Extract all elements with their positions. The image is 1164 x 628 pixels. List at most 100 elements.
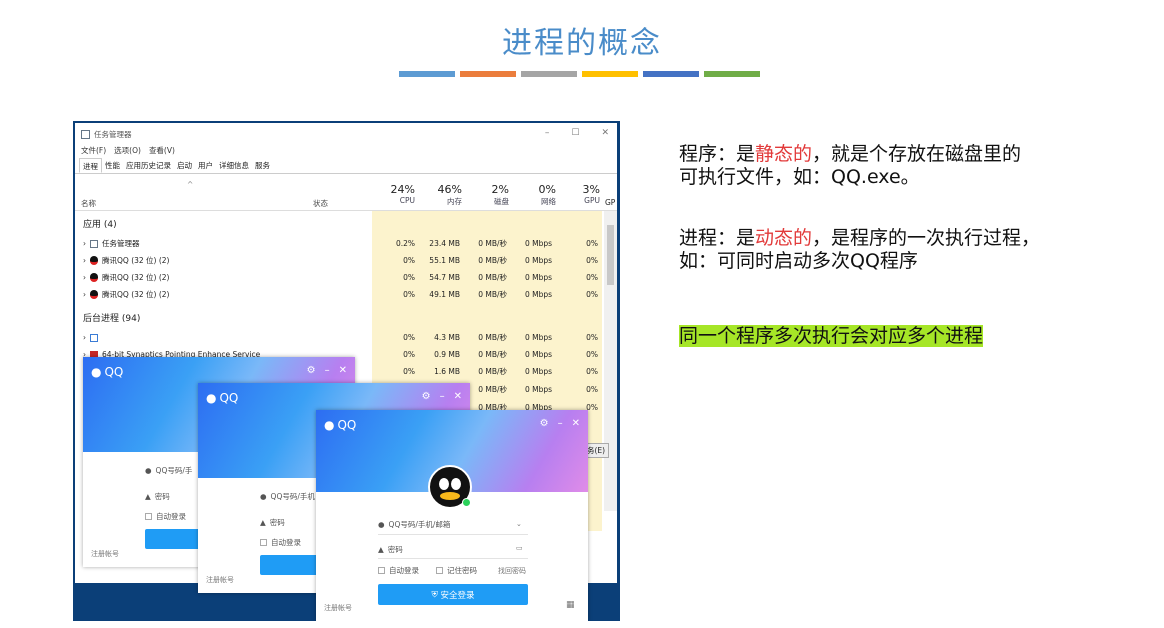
color-bars [399,71,760,77]
vertical-scrollbar[interactable] [604,211,617,511]
keyboard-icon[interactable]: ▭ [516,544,523,552]
account-input[interactable]: QQ号码/手机/邮箱 [389,519,451,530]
cpu-column-header[interactable]: 24% CPU [365,178,415,205]
settings-icon[interactable]: ⚙ [307,365,316,376]
expand-chevron-icon[interactable]: › [83,256,86,265]
network-value: 0 Mbps [524,290,552,299]
name-column-header[interactable]: 名称 [81,198,96,209]
group-background: 后台进程 (94) [83,314,141,324]
gpu-value: 0% [586,256,598,265]
tab-startup[interactable]: 启动 [174,158,195,173]
title-bar: 任务管理器 – ☐ ✕ [75,123,617,145]
register-link[interactable]: 注册帐号 [206,575,234,585]
account-input[interactable]: QQ号码/手机 [271,491,315,502]
process-row[interactable]: › 任务管理器 0.2% 23.4 MB 0 MB/秒 0 Mbps 0% [75,235,602,252]
auto-login-checkbox[interactable] [378,567,385,574]
online-status-icon [462,498,471,507]
gpu-column-header[interactable]: 3% GPU [550,178,600,205]
process-name: 腾讯QQ (32 位) (2) [102,273,170,282]
scrollbar-thumb[interactable] [607,225,614,285]
password-input[interactable]: 密码 [270,517,285,528]
status-column-header[interactable]: 状态 [313,198,328,209]
expand-chevron-icon[interactable]: › [83,239,86,248]
password-input[interactable]: 密码 [388,544,403,555]
process-row[interactable]: › 腾讯QQ (32 位) (2) 0% 55.1 MB 0 MB/秒 0 Mbp… [75,252,602,269]
screenshot: 任务管理器 – ☐ ✕ 文件(F) 选项(O) 查看(V) 进程 性能 应用历史… [73,121,620,621]
close-button[interactable]: ✕ [339,365,347,376]
remember-password-checkbox[interactable] [436,567,443,574]
account-input[interactable]: QQ号码/手 [156,465,193,476]
minimize-button[interactable]: – [440,391,445,402]
color-bar [704,71,760,77]
expand-chevron-icon[interactable]: › [83,273,86,282]
password-underline [378,558,528,559]
lock-icon: ▲ [260,518,266,527]
process-row[interactable]: › 腾讯QQ (32 位) (2) 0% 49.1 MB 0 MB/秒 0 Mbp… [75,286,602,303]
disk-column-header[interactable]: 2% 磁盘 [459,178,509,207]
network-value: 0 Mbps [524,256,552,265]
close-button[interactable]: ✕ [454,391,462,402]
menu-bar: 文件(F) 选项(O) 查看(V) [75,145,617,158]
gpu-value: 0% [586,239,598,248]
cpu-value: 0% [403,256,415,265]
maximize-button[interactable]: ☐ [571,128,579,138]
disk-value: 0 MB/秒 [478,350,507,359]
network-value: 0 Mbps [524,367,552,376]
process-name: 腾讯QQ (32 位) (2) [102,256,170,265]
gpu-engine-column-header[interactable]: GP [605,198,615,207]
lock-icon: ▲ [378,545,384,554]
qq-penguin-icon: ● [206,391,217,405]
tab-users[interactable]: 用户 [195,158,216,173]
process-name: 腾讯QQ (32 位) (2) [102,290,170,299]
tab-app-history[interactable]: 应用历史记录 [123,158,174,173]
minimize-button[interactable]: – [545,128,550,138]
close-button[interactable]: ✕ [572,418,580,429]
password-input[interactable]: 密码 [155,491,170,502]
qq-penguin-icon: ● [91,365,102,379]
column-header: ^ 名称 状态 24% CPU 46% 内存 2% 磁盘 0% 网络 3% GPU GP [75,178,617,211]
cpu-value: 0% [403,367,415,376]
tab-details[interactable]: 详细信息 [216,158,252,173]
gpu-value: 0% [586,350,598,359]
expand-chevron-icon[interactable]: › [83,333,86,342]
auto-login-checkbox[interactable] [145,513,152,520]
lock-icon: ▲ [145,492,151,501]
memory-column-header[interactable]: 46% 内存 [412,178,462,207]
expand-chevron-icon[interactable]: › [83,290,86,299]
user-icon: ● [378,520,385,529]
register-link[interactable]: 注册帐号 [324,603,352,613]
network-column-header[interactable]: 0% 网络 [506,178,556,207]
user-icon: ● [260,492,267,501]
menu-options[interactable]: 选项(O) [114,145,141,158]
window-title: 任务管理器 [94,129,132,139]
auto-login-checkbox[interactable] [260,539,267,546]
cpu-value: 0.2% [395,239,415,248]
auto-login-label: 自动登录 [389,566,419,575]
close-button[interactable]: ✕ [601,128,609,138]
qq-penguin-icon [90,273,98,282]
tab-bar: 进程 性能 应用历史记录 启动 用户 详细信息 服务 [75,158,617,174]
register-link[interactable]: 注册帐号 [91,549,119,559]
qr-code-icon[interactable]: ▦ [566,600,575,610]
minimize-button[interactable]: – [325,365,330,376]
process-row[interactable]: › 腾讯QQ (32 位) (2) 0% 54.7 MB 0 MB/秒 0 Mbp… [75,269,602,286]
color-bar [643,71,699,77]
tab-services[interactable]: 服务 [252,158,273,173]
auto-login-label: 自动登录 [156,512,186,521]
login-button[interactable]: ⛨ 安全登录 [378,584,528,605]
dropdown-arrow-icon[interactable]: ⌄ [516,520,522,528]
tab-processes[interactable]: 进程 [79,158,102,173]
memory-value: 54.7 MB [429,273,460,282]
menu-file[interactable]: 文件(F) [81,145,106,158]
note-conclusion: 同一个程序多次执行会对应多个进程 [679,325,984,347]
gpu-value: 0% [586,367,598,376]
menu-view[interactable]: 查看(V) [149,145,175,158]
retrieve-password-link[interactable]: 找回密码 [498,566,526,576]
minimize-button[interactable]: – [558,418,563,429]
settings-icon[interactable]: ⚙ [540,418,549,429]
tab-performance[interactable]: 性能 [102,158,123,173]
settings-icon[interactable]: ⚙ [422,391,431,402]
gpu-value: 0% [586,273,598,282]
qq-penguin-icon: ● [324,418,335,432]
process-row[interactable]: › 0% 4.3 MB 0 MB/秒 0 Mbps 0% [75,329,602,346]
